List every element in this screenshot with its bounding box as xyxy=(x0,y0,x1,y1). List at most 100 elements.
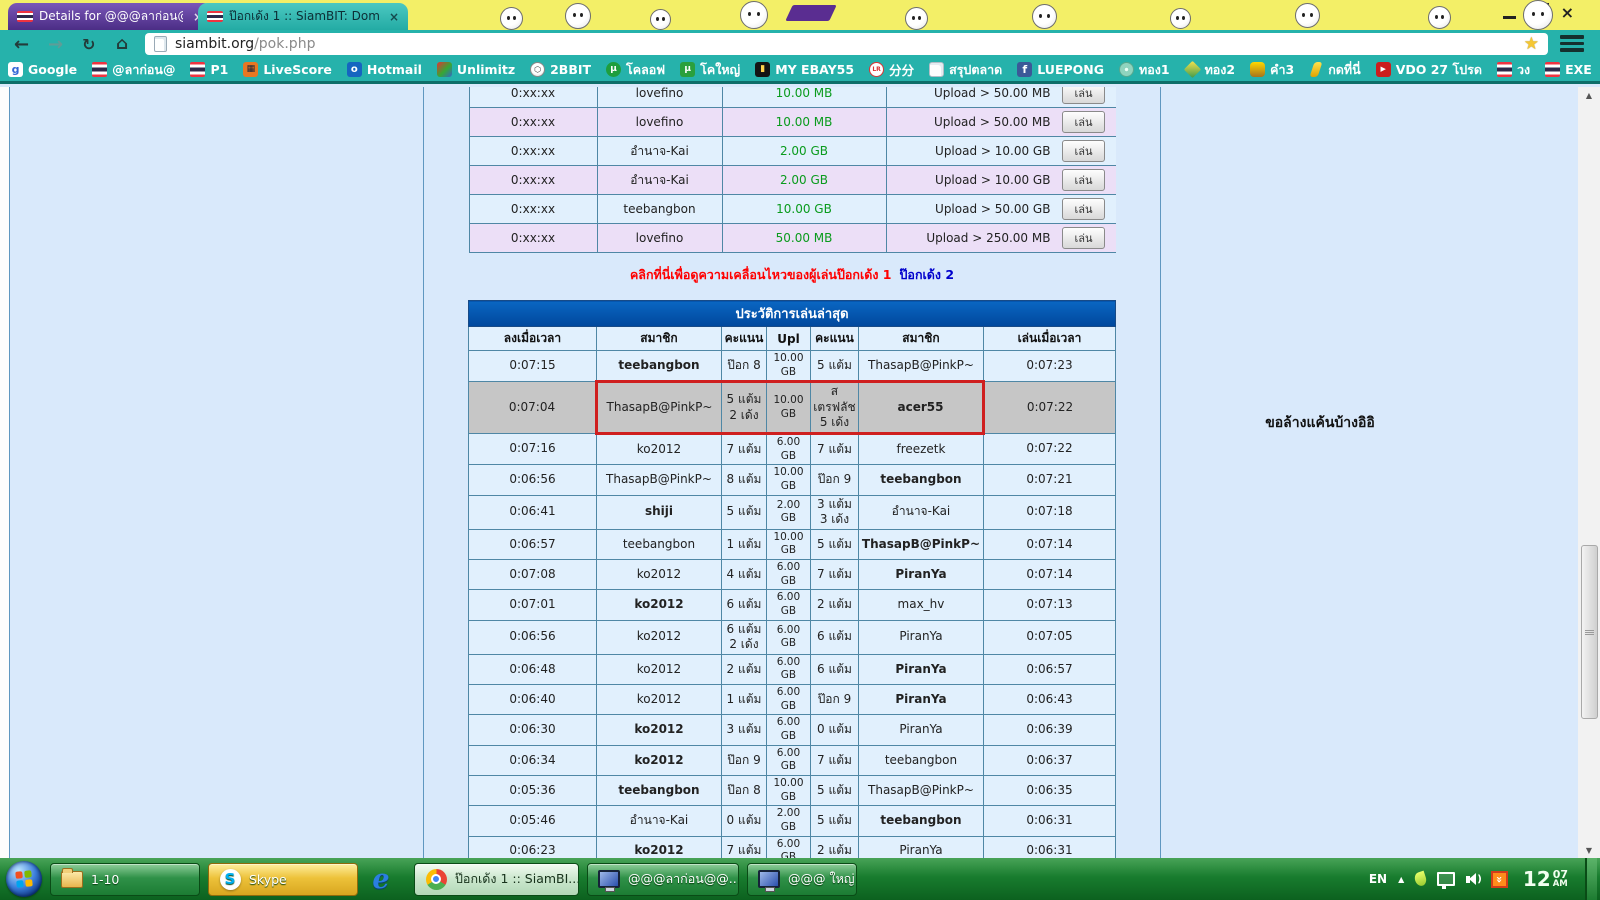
bookmark-item[interactable]: @ลาก่อน@ xyxy=(92,60,175,80)
bookmark-item[interactable]: Hotmail xyxy=(346,62,422,77)
movement-link-pokdeng2[interactable]: ป๊อกเด้ง 2 xyxy=(900,267,955,282)
history-player-cell[interactable]: ko2012 xyxy=(595,684,722,716)
history-player-cell[interactable]: acer55 xyxy=(857,380,985,436)
network-icon[interactable] xyxy=(1437,872,1456,889)
history-score-cell: 5 แต้ม xyxy=(809,528,859,561)
bookmark-item[interactable]: ทอง2 xyxy=(1183,60,1235,80)
taskbar-button-skype[interactable]: S Skype xyxy=(208,862,358,896)
history-player-cell[interactable]: PiranYa xyxy=(857,559,984,591)
bookmark-item[interactable]: EXE xyxy=(1545,62,1592,77)
address-bar[interactable]: siambit.org/pok.php ★ xyxy=(145,33,1548,55)
movement-link-pokdeng1[interactable]: คลิกที่นี่เพื่อดูความเคลื่อนไหวของผู้เล่… xyxy=(630,267,892,282)
bookmark-item[interactable]: สรุปตลาด xyxy=(929,60,1002,80)
history-player-cell[interactable]: ThasapB@PinkP~ xyxy=(857,528,984,561)
history-player-cell[interactable]: freezetk xyxy=(857,433,984,466)
back-icon[interactable]: ← xyxy=(14,30,29,58)
play-button[interactable]: เล่น xyxy=(1062,87,1105,104)
bookmark-item[interactable]: Unlimitz xyxy=(436,62,515,77)
home-icon[interactable]: ⌂ xyxy=(116,30,128,58)
play-button[interactable]: เล่น xyxy=(1062,227,1105,249)
history-player-cell[interactable]: อำนาจ-Kai xyxy=(595,805,722,837)
scrollbar-thumb[interactable] xyxy=(1581,545,1598,719)
bookmark-item[interactable]: Google xyxy=(8,62,77,77)
menu-icon[interactable] xyxy=(1560,35,1584,52)
bookmark-item[interactable]: คำ3 xyxy=(1250,60,1294,80)
bookmark-item[interactable]: VDO 27 โปรด xyxy=(1375,60,1482,80)
history-player-cell[interactable]: ko2012 xyxy=(595,714,722,746)
history-player-cell[interactable]: ThasapB@PinkP~ xyxy=(594,380,722,436)
reload-icon[interactable]: ↻ xyxy=(82,30,95,58)
taskbar-button--202-[interactable]: @@@ ใหญ่ - 202.... xyxy=(747,862,857,896)
bookmark-item[interactable]: 2BBIT xyxy=(530,62,591,77)
language-indicator[interactable]: EN xyxy=(1369,872,1387,886)
bookmark-item[interactable]: โคลอฟ xyxy=(606,60,665,80)
history-player-cell[interactable]: teebangbon xyxy=(857,805,984,837)
bookmark-item[interactable]: กดที่นี่ xyxy=(1309,60,1361,80)
scroll-down-icon[interactable]: ▼ xyxy=(1578,842,1600,858)
history-player-cell[interactable]: ko2012 xyxy=(595,653,722,686)
bookmark-item[interactable]: MY EBAY55 xyxy=(755,62,854,77)
history-player-cell[interactable]: ThasapB@PinkP~ xyxy=(857,774,984,807)
thai-flag-favicon xyxy=(207,11,223,22)
history-player-cell[interactable]: PiranYa xyxy=(857,619,984,655)
history-player-cell[interactable]: อำนาจ-Kai xyxy=(857,494,984,530)
bet-player-cell[interactable]: teebangbon xyxy=(596,194,723,224)
tab-details[interactable]: Details for @@@ลาก่อน@( × xyxy=(8,3,212,30)
taskbar-button--1-siambi-[interactable]: ป๊อกเด้ง 1 :: SiamBI... xyxy=(414,862,579,896)
volume-icon[interactable]: ) xyxy=(1466,873,1482,885)
tab-close-icon[interactable]: × xyxy=(389,10,399,24)
history-player-cell[interactable]: ko2012 xyxy=(595,744,722,776)
history-player-cell[interactable]: teebangbon xyxy=(857,464,984,496)
bookmark-star-icon[interactable]: ★ xyxy=(1524,34,1539,54)
bet-player-cell[interactable]: lovefino xyxy=(596,107,723,137)
minimize-icon[interactable] xyxy=(1502,16,1516,19)
history-player-cell[interactable]: teebangbon xyxy=(595,349,722,383)
history-player-cell[interactable]: PiranYa xyxy=(857,684,984,716)
bookmark-item[interactable]: ทอง1 xyxy=(1119,60,1170,80)
taskbar-button-1-10[interactable]: 1-10 xyxy=(50,862,200,896)
bookmark-item[interactable]: P1 xyxy=(190,62,228,77)
history-player-cell[interactable]: ko2012 xyxy=(595,619,722,655)
bookmark-item[interactable]: โคใหญ่ xyxy=(680,60,740,80)
forward-icon[interactable]: → xyxy=(48,30,63,58)
history-player-cell[interactable]: shiji xyxy=(595,494,722,530)
history-score-cell: 7 แต้ม xyxy=(809,559,859,591)
page-scrollbar[interactable]: ▲ ▼ xyxy=(1578,87,1600,858)
taskbar-clock[interactable]: 12 07 AM xyxy=(1523,869,1568,889)
history-player-cell[interactable]: teebangbon xyxy=(857,744,984,776)
history-player-cell[interactable]: PiranYa xyxy=(857,653,984,686)
bookmark-item[interactable]: LUEPONG xyxy=(1017,62,1104,77)
new-tab-button[interactable] xyxy=(785,5,837,21)
hidden-icons-arrow[interactable]: ▲ xyxy=(1398,875,1404,884)
bet-player-cell[interactable]: lovefino xyxy=(596,87,723,108)
history-player-cell[interactable]: ko2012 xyxy=(595,433,722,466)
show-desktop-button[interactable] xyxy=(1585,858,1597,900)
play-button[interactable]: เล่น xyxy=(1062,140,1105,162)
tray-leaf-icon[interactable] xyxy=(1413,870,1429,888)
bet-player-cell[interactable]: อำนาจ-Kai xyxy=(596,136,723,166)
history-player-cell[interactable]: ko2012 xyxy=(595,559,722,591)
history-player-cell[interactable]: teebangbon xyxy=(595,774,722,807)
bookmark-item[interactable]: วง xyxy=(1496,60,1530,80)
start-button[interactable] xyxy=(6,861,42,897)
scroll-up-icon[interactable]: ▲ xyxy=(1578,87,1600,103)
taskbar-button--[interactable]: @@@ลาก่อน@@... xyxy=(587,862,739,896)
history-player-cell[interactable]: ThasapB@PinkP~ xyxy=(857,349,984,383)
history-player-cell[interactable]: teebangbon xyxy=(595,528,722,561)
bookmark-label: กดที่นี่ xyxy=(1328,61,1361,77)
history-player-cell[interactable]: ko2012 xyxy=(595,589,722,621)
tab-pokdeng[interactable]: ป๊อกเด้ง 1 :: SiamBIT: Doma × xyxy=(198,3,408,30)
history-player-cell[interactable]: PiranYa xyxy=(857,714,984,746)
close-icon[interactable]: × xyxy=(1561,5,1574,21)
history-player-cell[interactable]: max_hv xyxy=(857,589,984,621)
play-button[interactable]: เล่น xyxy=(1062,111,1105,133)
bookmark-item[interactable]: 分分 xyxy=(869,60,914,79)
bet-player-cell[interactable]: อำนาจ-Kai xyxy=(596,165,723,195)
history-player-cell[interactable]: ThasapB@PinkP~ xyxy=(595,464,722,496)
play-button[interactable]: เล่น xyxy=(1062,198,1105,220)
taskbar-button-ie[interactable]: e xyxy=(366,863,406,896)
bet-player-cell[interactable]: lovefino xyxy=(596,223,723,253)
downloader-icon[interactable]: » xyxy=(1490,870,1508,888)
play-button[interactable]: เล่น xyxy=(1062,169,1105,191)
bookmark-item[interactable]: LiveScore xyxy=(243,62,332,77)
